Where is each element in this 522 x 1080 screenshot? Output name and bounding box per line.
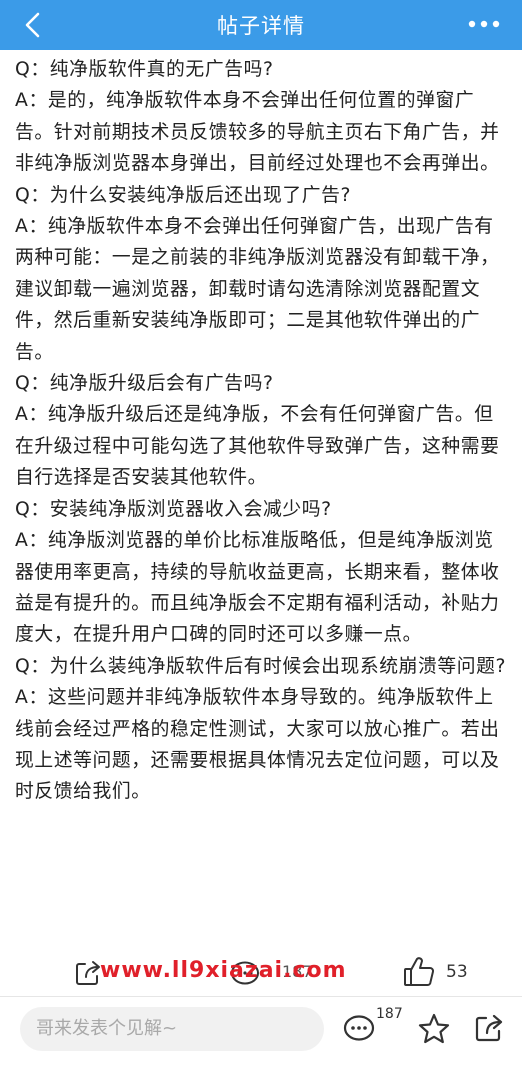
faq-question: Q：为什么安装纯净版后还出现了广告? xyxy=(15,184,352,206)
faq-question: Q：纯净版升级后会有广告吗? xyxy=(15,373,274,395)
comment-icon[interactable] xyxy=(343,1013,377,1045)
more-horizontal-icon[interactable] xyxy=(464,10,504,40)
thumbs-up-icon[interactable] xyxy=(402,955,436,989)
faq-answer: A：这些问题并非纯净版软件本身导致的。纯净版软件上线前会经过严格的稳定性测试，大… xyxy=(15,687,500,803)
faq-answer: A：纯净版浏览器的单价比标准版略低，但是纯净版浏览器使用率更高，持续的导航收益更… xyxy=(15,530,500,646)
like-count: 53 xyxy=(446,962,468,982)
divider xyxy=(0,996,522,997)
faq-answer: A：是的，纯净版软件本身不会弹出任何位置的弹窗广告。针对前期技术员反馈较多的导航… xyxy=(15,90,500,175)
share-icon[interactable] xyxy=(73,958,103,988)
faq-question: Q：安装纯净版浏览器收入会减少吗? xyxy=(15,498,332,520)
faq-question: Q：为什么装纯净版软件后有时候会出现系统崩溃等问题? xyxy=(15,655,507,677)
watermark-text: www.ll9xiazai.com xyxy=(100,958,347,983)
comment-input[interactable]: 哥来发表个见解~ xyxy=(20,1007,324,1051)
comment-count-badge: 187 xyxy=(376,1006,403,1022)
faq-question: Q：纯净版软件真的无广告吗? xyxy=(15,59,274,80)
page-title: 帖子详情 xyxy=(217,14,305,38)
top-nav-bar: 帖子详情 xyxy=(0,0,522,50)
post-body: Q：纯净版软件真的无广告吗? A：是的，纯净版软件本身不会弹出任何位置的弹窗广告… xyxy=(15,54,511,808)
faq-answer: A：纯净版软件本身不会弹出任何弹窗广告，出现广告有两种可能：一是之前装的非纯净版… xyxy=(15,216,500,363)
star-icon[interactable] xyxy=(417,1012,451,1046)
faq-answer: A：纯净版升级后还是纯净版，不会有任何弹窗广告。但在升级过程中可能勾选了其他软件… xyxy=(15,404,500,489)
share-icon[interactable] xyxy=(473,1012,505,1044)
